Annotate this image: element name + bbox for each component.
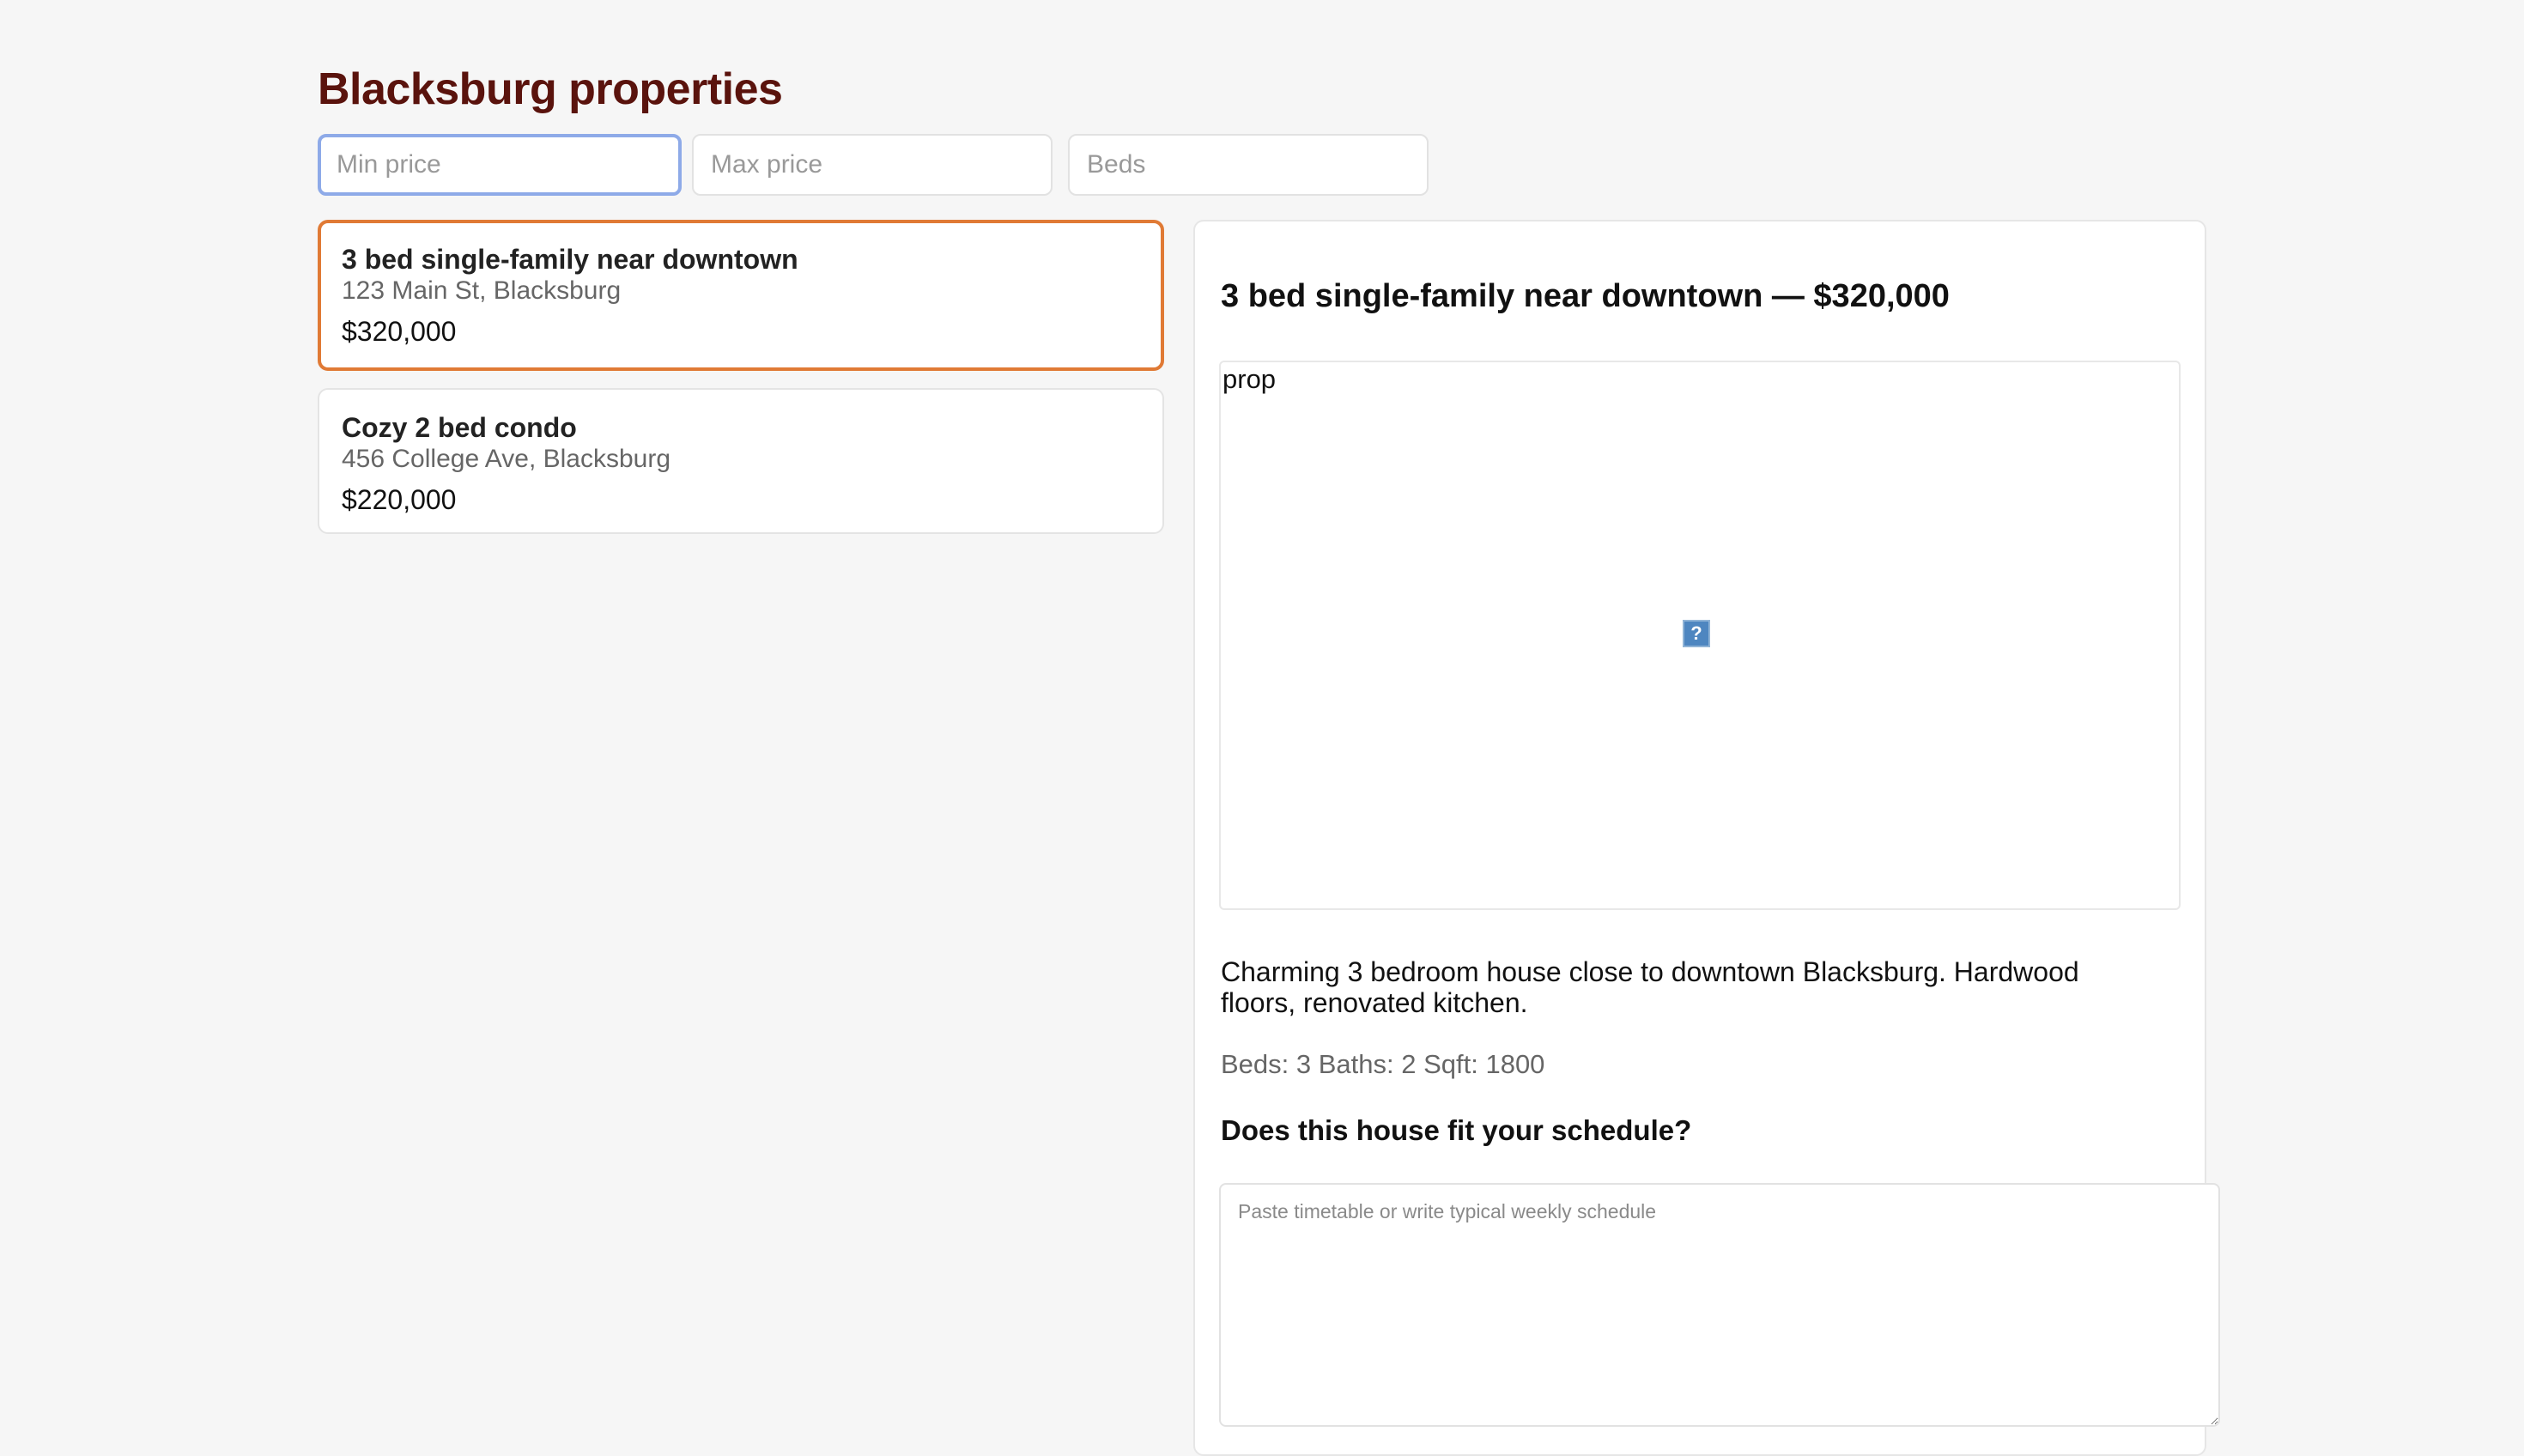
page-title: Blacksburg properties <box>318 64 783 114</box>
listing-address: 456 College Ave, Blacksburg <box>342 445 671 473</box>
property-image: prop ? <box>1219 361 2181 910</box>
listing-address: 123 Main St, Blacksburg <box>342 276 622 305</box>
listing-price: $220,000 <box>342 484 457 515</box>
detail-heading: 3 bed single-family near downtown — $320… <box>1221 278 1950 314</box>
listing-card[interactable]: Cozy 2 bed condo 456 College Ave, Blacks… <box>318 388 1164 534</box>
listing-price: $320,000 <box>342 316 457 347</box>
schedule-textarea[interactable] <box>1219 1183 2220 1427</box>
max-price-input[interactable] <box>692 134 1053 196</box>
property-detail-panel: 3 bed single-family near downtown — $320… <box>1193 220 2220 1456</box>
schedule-heading: Does this house fit your schedule? <box>1221 1114 1692 1146</box>
property-description: Charming 3 bedroom house close to downto… <box>1221 956 2079 1018</box>
listing-card[interactable]: 3 bed single-family near downtown 123 Ma… <box>318 220 1164 371</box>
listing-title: Cozy 2 bed condo <box>342 412 577 443</box>
image-alt-text: prop <box>1223 364 1277 394</box>
beds-input[interactable] <box>1068 134 1429 196</box>
min-price-input[interactable] <box>318 134 682 196</box>
property-specs: Beds: 3 Baths: 2 Sqft: 1800 <box>1221 1049 1545 1079</box>
broken-image-icon: ? <box>1683 620 1710 647</box>
listing-title: 3 bed single-family near downtown <box>342 244 798 275</box>
page: Blacksburg properties 3 bed single-famil… <box>318 0 2220 1456</box>
